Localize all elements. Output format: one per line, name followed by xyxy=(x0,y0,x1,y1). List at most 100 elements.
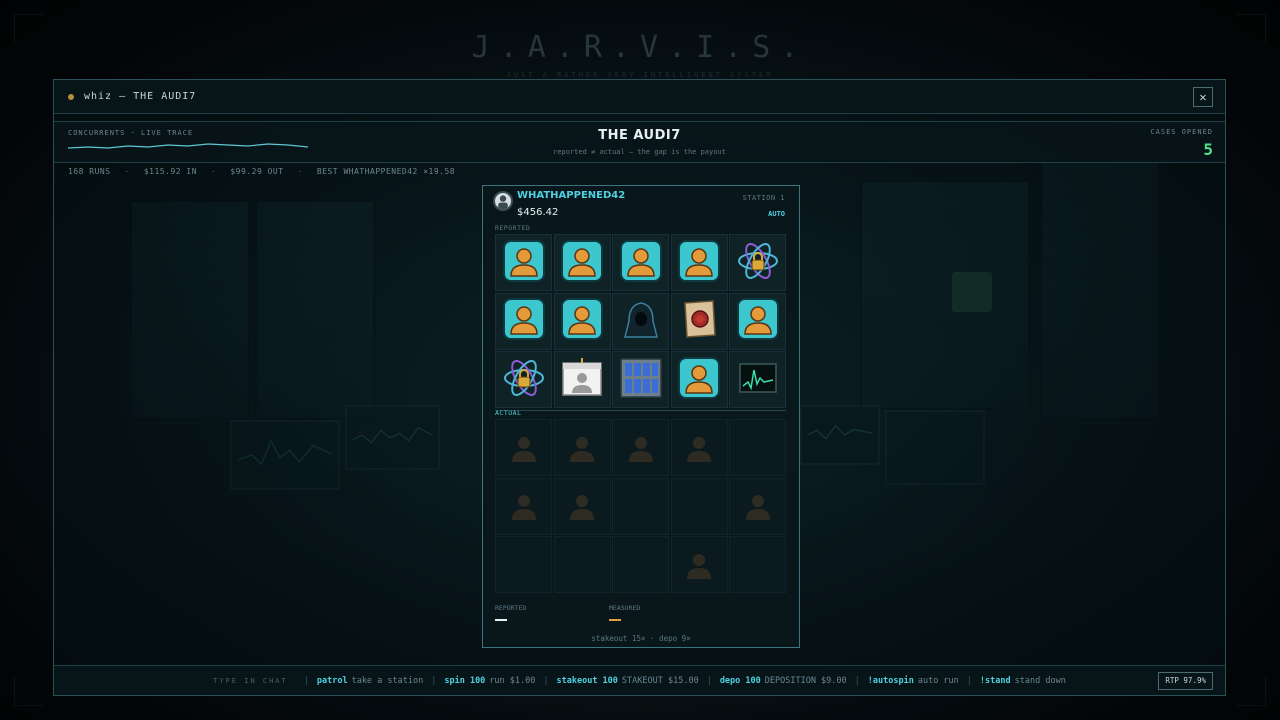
divider xyxy=(495,410,786,411)
grid-cell xyxy=(729,234,786,291)
command-list: | patrol take a station | spin 100 run $1.00 |… xyxy=(296,676,1066,686)
stage: J.A.R.V.I.S. JUST A RATHER VERY INTELLIG… xyxy=(0,0,1280,720)
separator: · xyxy=(124,167,130,176)
person-silhouette-icon xyxy=(742,491,774,521)
grid-cell xyxy=(553,477,611,535)
chart-monitor-icon xyxy=(736,356,780,404)
person-card-icon xyxy=(502,297,546,345)
sealed-document-icon xyxy=(677,297,721,345)
command-keyword: spin 100 xyxy=(444,675,486,686)
frame-corner xyxy=(14,14,44,44)
command-description: run $1.00 xyxy=(489,675,536,686)
id-badge-icon xyxy=(560,356,604,404)
window-header: whiz — THE AUDI7 ✕ xyxy=(54,80,1225,114)
game-window: whiz — THE AUDI7 ✕ CONCURRENTS · LIVE TR… xyxy=(53,79,1226,696)
person-card-icon xyxy=(736,297,780,345)
station-label: STATION 1 xyxy=(742,194,785,202)
grid-cell xyxy=(612,536,669,593)
actual-section-label: ACTUAL xyxy=(495,409,522,417)
grid-cell xyxy=(670,351,728,408)
command-keyword: !autospin xyxy=(867,675,914,686)
command-description: DEPOSITION $9.00 xyxy=(764,675,847,686)
person-silhouette-icon xyxy=(508,491,540,521)
separator: | xyxy=(431,675,437,686)
stats-row: 168 RUNS · $115.92 IN · $99.29 OUT · BES… xyxy=(68,167,455,176)
rtp-badge: RTP 97.9% xyxy=(1158,672,1213,690)
separator: · xyxy=(297,167,303,176)
command-description: take a station xyxy=(351,675,424,686)
stat-out: $99.29 OUT xyxy=(230,167,284,176)
reported-bar xyxy=(495,619,507,621)
separator: | xyxy=(543,675,549,686)
command-description: stand down xyxy=(1014,675,1066,686)
separator: | xyxy=(966,675,972,686)
grid-cell xyxy=(553,234,611,291)
close-button[interactable]: ✕ xyxy=(1193,87,1213,107)
separator: · xyxy=(211,167,217,176)
command-keyword: stakeout 100 xyxy=(556,675,618,686)
mode-badge: AUTO xyxy=(768,210,785,218)
brand-subtitle: JUST A RATHER VERY INTELLIGENT SYSTEM xyxy=(506,71,774,79)
person-silhouette-icon xyxy=(508,433,540,463)
grid-cell xyxy=(729,292,786,350)
grid-cell xyxy=(612,234,669,291)
command-keyword: !stand xyxy=(979,675,1011,686)
status-dot xyxy=(68,93,74,100)
person-card-icon xyxy=(502,239,546,287)
frame-corner xyxy=(1236,676,1266,706)
measured-bar xyxy=(609,619,621,621)
stat-best: BEST WHATHAPPENED42 ×19.58 xyxy=(316,167,456,176)
player-balance: $456.42 xyxy=(517,207,559,218)
grid-cell xyxy=(729,477,786,535)
actual-grid xyxy=(495,419,786,593)
server-rack-icon xyxy=(619,356,663,404)
station-card[interactable]: WHATHAPPENED42 $456.42 STATION 1 AUTO RE… xyxy=(482,185,800,648)
grid-cell xyxy=(495,234,552,291)
game-subtitle: reported ≠ actual — the gap is the payou… xyxy=(553,148,726,156)
grid-cell xyxy=(670,419,728,476)
atom-lock-icon xyxy=(736,239,780,287)
command-keyword: patrol xyxy=(316,675,348,686)
grid-cell xyxy=(612,477,669,535)
grid-cell xyxy=(670,292,728,350)
grid-cell xyxy=(553,351,611,408)
stat-runs: 168 RUNS xyxy=(68,167,111,176)
grid-cell xyxy=(495,477,552,535)
window-title: whiz — THE AUDI7 xyxy=(84,91,197,102)
atom-lock-icon xyxy=(502,356,546,404)
multiplier-line: stakeout 15× · depo 9× xyxy=(591,634,691,643)
reported-section-label: REPORTED xyxy=(495,224,531,232)
reported-grid xyxy=(495,234,786,408)
game-title: THE AUDI7 xyxy=(598,128,681,143)
stat-in: $115.92 IN xyxy=(143,167,198,176)
grid-cell xyxy=(670,536,728,593)
command-keyword: depo 100 xyxy=(719,675,761,686)
grid-cell xyxy=(612,292,669,350)
player-name: WHATHAPPENED42 xyxy=(517,190,626,201)
person-card-icon xyxy=(560,239,604,287)
grid-cell xyxy=(670,477,728,535)
grid-cell xyxy=(495,536,552,593)
grid-cell xyxy=(729,419,786,476)
command-bar: TYPE IN CHAT | patrol take a station | spin … xyxy=(54,665,1225,695)
frame-corner xyxy=(1236,14,1266,44)
person-card-icon xyxy=(677,356,721,404)
grid-cell xyxy=(729,351,786,408)
footer-measured-label: MEASURED xyxy=(609,604,641,612)
grid-cell xyxy=(495,419,552,476)
person-silhouette-icon xyxy=(566,491,598,521)
person-card-icon xyxy=(560,297,604,345)
grid-cell xyxy=(553,536,611,593)
command-description: auto run xyxy=(917,675,959,686)
command-bar-label: TYPE IN CHAT xyxy=(213,676,288,685)
grid-cell xyxy=(553,292,611,350)
person-silhouette-icon xyxy=(683,550,715,580)
person-silhouette-icon xyxy=(683,433,715,463)
separator: | xyxy=(303,675,309,686)
footer-reported-label: REPORTED xyxy=(495,604,527,612)
game-header: CONCURRENTS · LIVE TRACE THE AUDI7 repor… xyxy=(54,121,1225,163)
grid-cell xyxy=(553,419,611,476)
grid-cell xyxy=(670,234,728,291)
person-card-icon xyxy=(677,239,721,287)
grid-cell xyxy=(495,351,552,408)
